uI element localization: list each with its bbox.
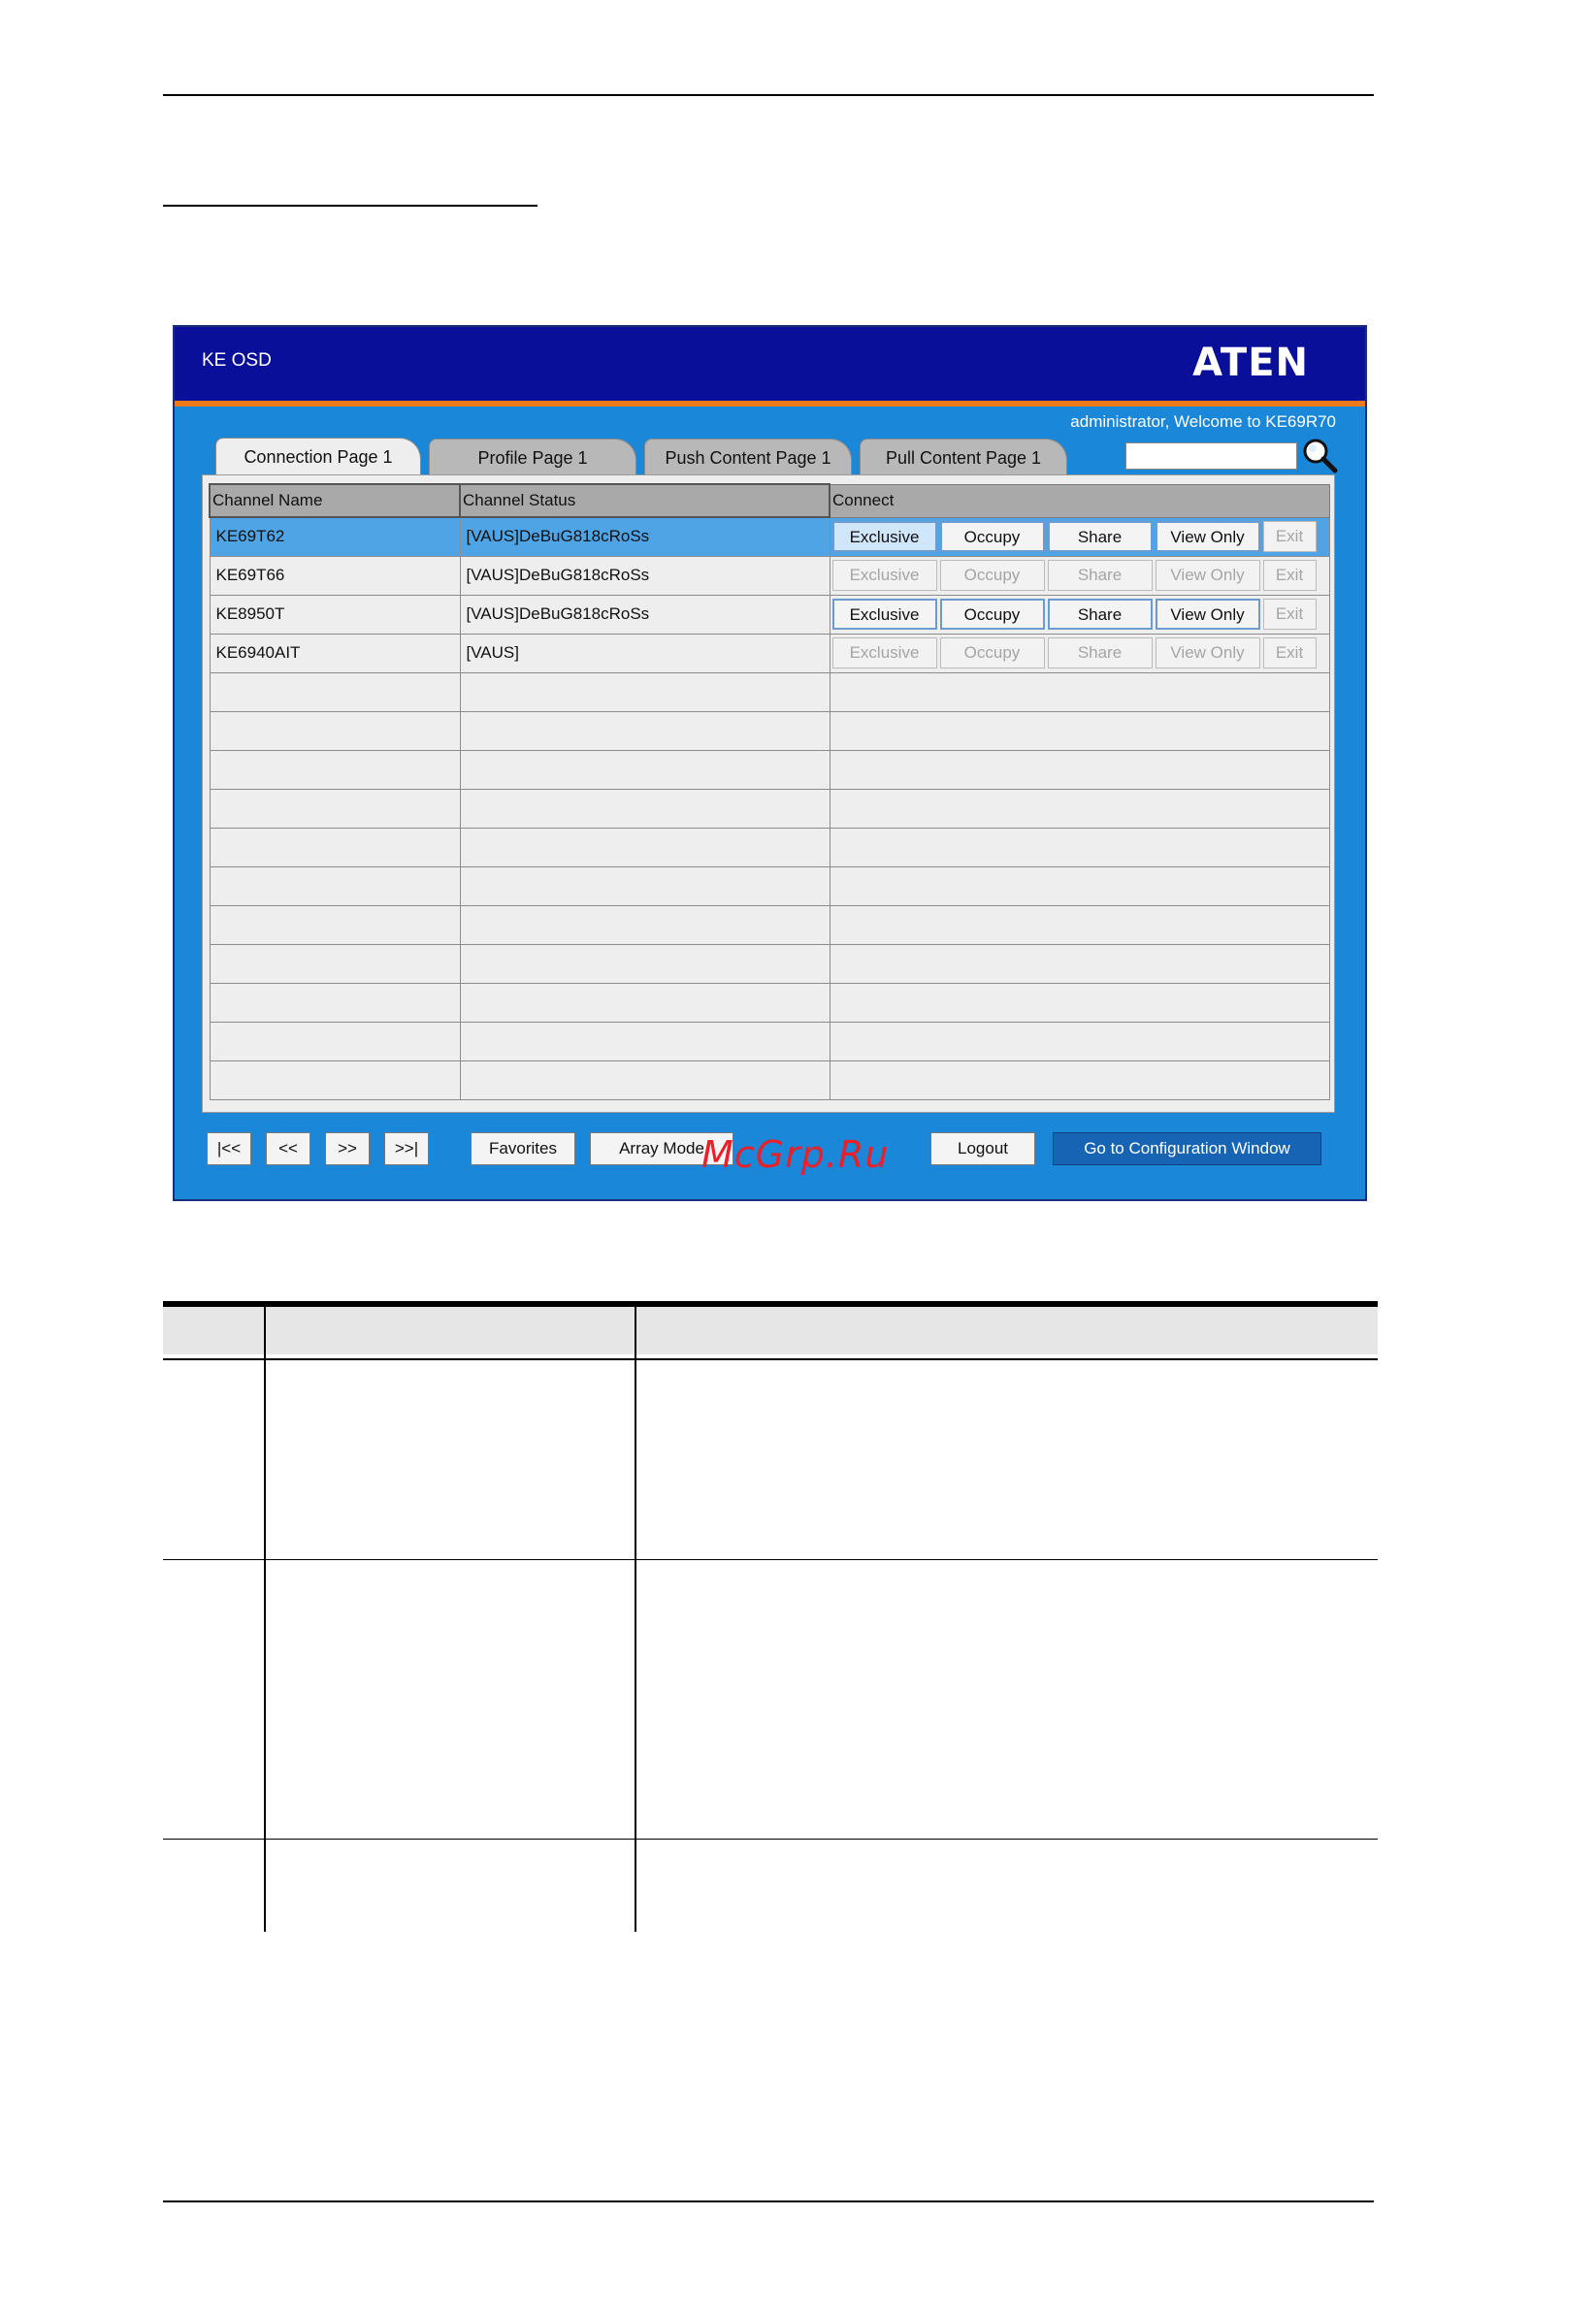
channel-name-cell: KE8950T <box>209 594 461 635</box>
table-row[interactable]: KE69T66 [VAUS]DeBuG818cRoSs Exclusive Occ… <box>209 555 1330 596</box>
page-top-rule <box>163 94 1374 96</box>
channel-name-cell: KE6940AIT <box>209 633 461 673</box>
exit-button: Exit <box>1262 521 1317 552</box>
go-to-configuration-button[interactable]: Go to Configuration Window <box>1053 1132 1321 1165</box>
header-channel-status[interactable]: Channel Status <box>459 483 831 518</box>
channel-name-cell: KE69T62 <box>209 516 461 557</box>
empty-row <box>209 943 1330 984</box>
empty-row <box>209 827 1330 867</box>
header-connect: Connect <box>829 483 1330 518</box>
last-page-button[interactable]: >>| <box>384 1132 429 1165</box>
occupy-button[interactable]: Occupy <box>939 521 1045 552</box>
channel-status-cell: [VAUS] <box>459 633 831 673</box>
document-table-row-rule <box>163 1839 1378 1840</box>
section-heading-underline <box>163 205 537 207</box>
osd-header-bar: KE OSD ATEN <box>175 327 1365 407</box>
welcome-message: administrator, Welcome to KE69R70 <box>1070 412 1336 431</box>
channel-status-cell: [VAUS]DeBuG818cRoSs <box>459 516 831 557</box>
search-input[interactable] <box>1125 442 1297 470</box>
tab-connection-page[interactable]: Connection Page 1 <box>215 438 421 476</box>
channel-status-cell: [VAUS]DeBuG818cRoSs <box>459 594 831 635</box>
occupy-button: Occupy <box>939 637 1045 668</box>
watermark: McGrp.Ru <box>701 1133 890 1176</box>
channel-name-cell: KE69T66 <box>209 555 461 596</box>
table-row[interactable]: KE8950T [VAUS]DeBuG818cRoSs Exclusive Occ… <box>209 594 1330 635</box>
document-table-column-rule <box>264 1301 266 1932</box>
document-table-header-rule <box>163 1358 1378 1360</box>
empty-row <box>209 671 1330 712</box>
channel-list-panel: Channel Name Channel Status Connect KE69… <box>202 474 1335 1113</box>
empty-row <box>209 1059 1330 1100</box>
document-table-header <box>163 1301 1378 1354</box>
magnifier-icon[interactable] <box>1300 437 1339 473</box>
next-page-button[interactable]: >> <box>325 1132 370 1165</box>
tab-profile-page[interactable]: Profile Page 1 <box>429 439 636 475</box>
tab-push-content-page[interactable]: Push Content Page 1 <box>644 439 852 475</box>
exclusive-button: Exclusive <box>831 637 937 668</box>
share-button[interactable]: Share <box>1047 599 1153 630</box>
empty-row <box>209 788 1330 829</box>
favorites-button[interactable]: Favorites <box>471 1132 575 1165</box>
channel-table: Channel Name Channel Status Connect KE69… <box>209 483 1330 1100</box>
view-only-button[interactable]: View Only <box>1155 521 1260 552</box>
empty-row <box>209 865 1330 906</box>
exclusive-button[interactable]: Exclusive <box>831 599 937 630</box>
view-only-button: View Only <box>1155 560 1260 591</box>
logout-button[interactable]: Logout <box>930 1132 1035 1165</box>
share-button: Share <box>1047 637 1153 668</box>
channel-status-cell: [VAUS]DeBuG818cRoSs <box>459 555 831 596</box>
connect-cell: Exclusive Occupy Share View Only Exit <box>829 594 1330 635</box>
table-row[interactable]: KE6940AIT [VAUS] Exclusive Occupy Share Vie… <box>209 633 1330 673</box>
document-table-column-rule <box>635 1301 636 1932</box>
empty-row <box>209 749 1330 790</box>
empty-row <box>209 710 1330 751</box>
exit-button: Exit <box>1262 637 1317 668</box>
empty-row <box>209 982 1330 1023</box>
exclusive-button: Exclusive <box>831 560 937 591</box>
empty-row <box>209 1021 1330 1061</box>
previous-page-button[interactable]: << <box>266 1132 310 1165</box>
connect-cell: Exclusive Occupy Share View Only Exit <box>829 555 1330 596</box>
share-button[interactable]: Share <box>1047 521 1153 552</box>
connect-cell: Exclusive Occupy Share View Only Exit <box>829 633 1330 673</box>
view-only-button[interactable]: View Only <box>1155 599 1260 630</box>
occupy-button: Occupy <box>939 560 1045 591</box>
exit-button: Exit <box>1262 599 1317 630</box>
exit-button: Exit <box>1262 560 1317 591</box>
occupy-button[interactable]: Occupy <box>939 599 1045 630</box>
page-bottom-rule <box>163 2200 1374 2202</box>
header-channel-name[interactable]: Channel Name <box>209 483 461 518</box>
document-table <box>163 1301 1378 1932</box>
table-row[interactable]: KE69T62 [VAUS]DeBuG818cRoSs Exclusive Occ… <box>209 516 1330 557</box>
connect-cell: Exclusive Occupy Share View Only Exit <box>829 516 1330 557</box>
empty-row <box>209 904 1330 945</box>
tab-pull-content-page[interactable]: Pull Content Page 1 <box>860 439 1067 475</box>
first-page-button[interactable]: |<< <box>207 1132 251 1165</box>
osd-title: KE OSD <box>202 350 272 371</box>
view-only-button: View Only <box>1155 637 1260 668</box>
document-table-row-rule <box>163 1559 1378 1560</box>
share-button: Share <box>1047 560 1153 591</box>
osd-window: KE OSD ATEN administrator, Welcome to KE… <box>173 325 1367 1201</box>
exclusive-button[interactable]: Exclusive <box>831 521 937 552</box>
aten-logo: ATEN <box>1192 341 1309 385</box>
